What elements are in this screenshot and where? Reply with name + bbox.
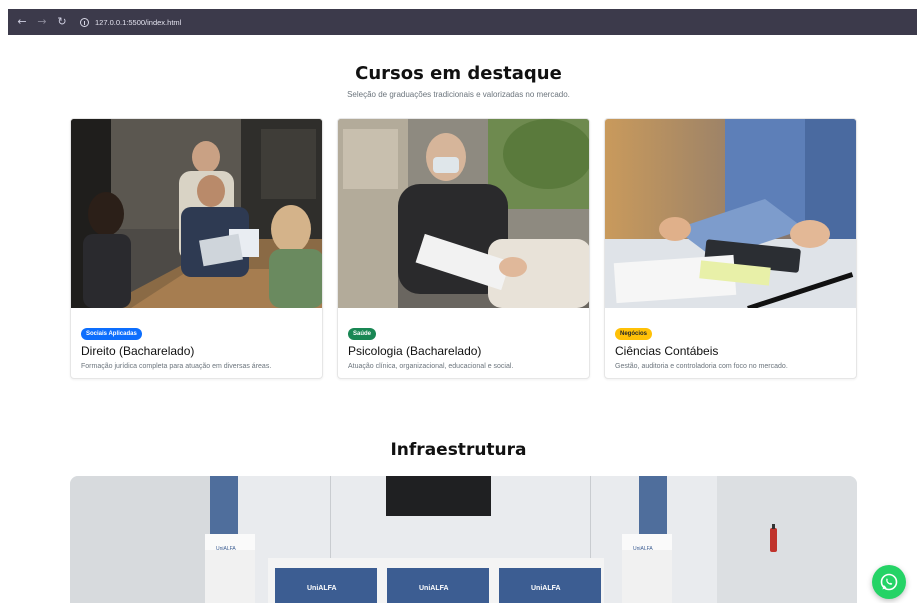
course-description: Gestão, auditoria e controladoria com fo… [615, 363, 788, 370]
brand-label: UniALFA [633, 546, 653, 552]
whatsapp-icon [880, 573, 898, 591]
whatsapp-button[interactable] [872, 565, 906, 599]
brand-label: UniALFA [531, 585, 561, 592]
brand-label: UniALFA [216, 546, 236, 552]
course-title[interactable]: Ciências Contábeis [615, 344, 846, 358]
infrastructure-image: UniALFA UniALFA UniALFA UniALFA UniALFA [70, 476, 857, 603]
arrow-right-icon[interactable]: → [36, 9, 48, 35]
info-icon[interactable] [80, 17, 89, 27]
course-card-psicologia[interactable]: Saúde Psicologia (Bacharelado) Atuação c… [337, 118, 590, 379]
browser-toolbar: ← → ↻ 127.0.0.1:5500/index.html [8, 9, 917, 35]
course-image-ciencias-contabeis [605, 119, 856, 308]
page: ← → ↻ 127.0.0.1:5500/index.html Cursos e… [0, 0, 917, 603]
category-badge: Negócios [615, 328, 653, 340]
arrow-left-icon[interactable]: ← [16, 9, 28, 35]
brand-label: UniALFA [419, 585, 449, 592]
course-title[interactable]: Psicologia (Bacharelado) [348, 344, 579, 358]
course-image-psicologia [338, 119, 589, 308]
infrastructure-title: Infraestrutura [390, 440, 527, 460]
brand-label: UniALFA [307, 585, 337, 592]
course-image-direito [71, 119, 322, 308]
featured-title: Cursos em destaque [355, 63, 562, 84]
category-badge: Saúde [348, 328, 377, 340]
course-card-ciencias-contabeis[interactable]: Negócios Ciências Contábeis Gestão, audi… [604, 118, 857, 379]
url-text[interactable]: 127.0.0.1:5500/index.html [95, 18, 181, 27]
course-description: Atuação clínica, organizacional, educaci… [348, 363, 514, 370]
category-badge: Sociais Aplicadas [81, 328, 142, 340]
address-bar[interactable]: 127.0.0.1:5500/index.html [80, 17, 181, 27]
course-title[interactable]: Direito (Bacharelado) [81, 344, 312, 358]
course-card-direito[interactable]: Sociais Aplicadas Direito (Bacharelado) … [70, 118, 323, 379]
course-description: Formação jurídica completa para atuação … [81, 363, 272, 370]
featured-subtitle: Seleção de graduações tradicionais e val… [347, 90, 570, 99]
reload-icon[interactable]: ↻ [56, 9, 68, 35]
